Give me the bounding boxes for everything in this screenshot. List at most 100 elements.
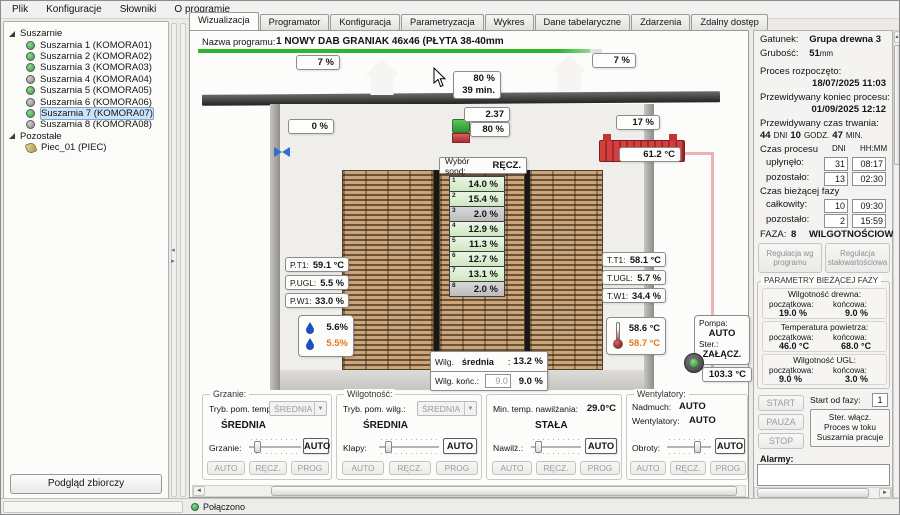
humidity-avg-value: 13.2 % [513,356,543,367]
main-hscrollbar[interactable] [192,485,746,497]
expander-icon[interactable] [9,133,15,139]
status-dot-icon [26,109,35,118]
start-button[interactable]: START [758,395,804,411]
humidity-auto-indicator[interactable]: AUTO [443,438,477,454]
tab-zdarzenia[interactable]: Zdarzenia [631,14,690,30]
fans-prog-button[interactable]: PROG [710,461,746,475]
splitter-bar-2[interactable] [180,23,186,497]
spraying-slider[interactable] [531,439,581,454]
heating-auto-button[interactable]: AUTO [207,461,245,475]
heating-auto-indicator[interactable]: AUTO [303,438,329,454]
tree-group-suszarnie[interactable]: Suszarnie [8,28,164,39]
slider-thumb[interactable] [694,441,701,453]
water-drop-icon [306,326,314,334]
slider-thumb[interactable] [535,441,542,453]
scroll-left-icon[interactable] [193,486,205,496]
tree-item-suszarnia-3[interactable]: Suszarnia 3 (KOMORA03) [8,62,164,73]
slider-thumb[interactable] [385,441,392,453]
menu-plik[interactable]: Plik [3,2,37,17]
probe-select-box[interactable]: Wybór sond: RĘCZ. [439,157,527,174]
tree-item-suszarnia-1[interactable]: Suszarnia 1 (KOMORA01) [8,39,164,50]
tab-wykres[interactable]: Wykres [485,14,534,30]
fans-slider[interactable] [667,439,711,454]
scroll-right-icon[interactable] [879,488,891,498]
tree-item-suszarnia-8[interactable]: Suszarnia 8 (KOMORA08) [8,119,164,130]
tab-dane-tabelaryczne[interactable]: Dane tabelaryczne [535,14,631,30]
spraying-prog-button[interactable]: PROG [580,461,620,475]
slider-thumb[interactable] [254,441,261,453]
tree-item-suszarnia-7-selected[interactable]: Suszarnia 7 (KOMORA07) [8,108,164,119]
process-duration: 44DNI 10GODZ. 47MIN. [760,130,886,141]
tab-wizualizacja[interactable]: Wizualizacja [189,12,259,30]
probe-row-8[interactable]: 82.0 % [449,281,505,297]
heating-prog-button[interactable]: PROG [291,461,329,475]
heating-slider[interactable] [249,439,301,454]
alarms-listbox[interactable] [757,464,890,486]
kiln-tree-panel: Suszarnie Suszarnia 1 (KOMORA01) Suszarn… [3,21,169,499]
probe-row-7[interactable]: 713.1 % [449,266,505,282]
wood-stack-right [529,170,603,370]
heater-stub [603,134,611,141]
spraying-auto-indicator[interactable]: AUTO [585,438,617,454]
probe-row-1[interactable]: 114.0 % [449,176,505,192]
overview-button[interactable]: Podgląd zbiorczy [10,474,162,494]
probe-row-3[interactable]: 32.0 % [449,206,505,222]
humidity-recz-button[interactable]: RĘCZ. [389,461,431,475]
water-valve-icon [274,147,282,157]
humidity-slider[interactable] [379,439,439,454]
tab-konfiguracja[interactable]: Konfiguracja [330,14,400,30]
humidity-auto-button[interactable]: AUTO [342,461,384,475]
tree-item-suszarnia-4[interactable]: Suszarnia 4 (KOMORA04) [8,74,164,85]
scrollbar-thumb[interactable] [271,486,737,496]
menu-slowniki[interactable]: Słowniki [111,2,166,17]
tree-item-suszarnia-2[interactable]: Suszarnia 2 (KOMORA02) [8,51,164,62]
scrollbar-thumb[interactable] [757,488,869,498]
tree-item-suszarnia-5[interactable]: Suszarnia 5 (KOMORA05) [8,85,164,96]
menu-konfiguracje[interactable]: Konfiguracje [37,2,111,17]
humidity-prog-button[interactable]: PROG [436,461,478,475]
chimney-vent-icon [365,59,399,95]
fans-auto-button[interactable]: AUTO [630,461,666,475]
stop-button[interactable]: STOP [758,433,804,449]
exhaust-badge: 80 %39 min. [453,71,501,99]
humidity-group: Wilgotność: Tryb. pom. wilg.: ŚREDNIA ŚR… [336,394,482,480]
heating-recz-button[interactable]: RĘCZ. [249,461,287,475]
connection-dot-icon [191,503,199,511]
main-vscrollbar[interactable] [893,30,900,498]
phase-number: 8 [791,229,796,240]
humidity-final-input[interactable]: 9.0 [485,374,511,388]
fans-auto-indicator[interactable]: AUTO [715,438,745,454]
heater-block-icon [452,133,470,143]
status-dot-icon [26,63,35,72]
scroll-up-icon[interactable] [894,31,900,43]
tab-parametryzacja[interactable]: Parametryzacja [401,14,484,30]
collapse-right-icon[interactable] [169,257,177,265]
probe-row-6[interactable]: 612.7 % [449,251,505,267]
tree-group-pozostale[interactable]: Pozostałe [8,131,164,142]
spraying-auto-button[interactable]: AUTO [492,461,532,475]
scrollbar-thumb[interactable] [894,45,900,165]
expander-icon[interactable] [9,31,15,37]
status-bar: Połączono [1,498,899,514]
humidity-mode-select[interactable]: ŚREDNIA [417,401,477,416]
start-phase-input[interactable]: 1 [872,393,888,407]
tab-programator[interactable]: Programator [260,14,330,30]
heating-mode-select[interactable]: ŚREDNIA [269,401,327,416]
tab-zdalny-dostep[interactable]: Zdalny dostęp [691,14,767,30]
spray-box: 5.6% 5.5% [298,315,354,357]
tree-item-piec[interactable]: Piec_01 (PIEC) [8,142,164,153]
pump-valve-icon [684,353,704,373]
probe-row-4[interactable]: 412.9 % [449,221,505,237]
probe-row-2[interactable]: 215.4 % [449,191,505,207]
spraying-recz-button[interactable]: RĘCZ. [536,461,576,475]
program-name-label: Nazwa programu: [202,37,275,47]
pause-button[interactable]: PAUZA [758,414,804,430]
collapse-left-icon[interactable] [169,246,177,254]
fans-recz-button[interactable]: RĘCZ. [670,461,706,475]
status-dot-icon [26,98,35,107]
spray-value-current: 5.6% [326,322,348,333]
regulation-program-button[interactable]: Regulacja wg programu [758,243,822,273]
regulation-constant-button[interactable]: Regulacja stałowartościowa [825,243,890,273]
probe-row-5[interactable]: 511.3 % [449,236,505,252]
program-progress-track [198,49,602,53]
